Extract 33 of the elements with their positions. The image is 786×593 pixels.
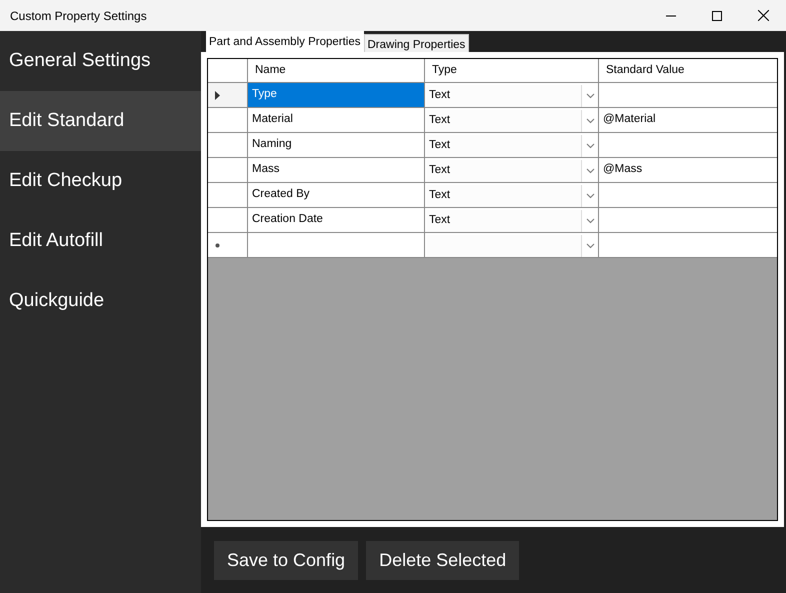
table-cell[interactable]: @Material: [603, 111, 656, 129]
sidebar-item[interactable]: Edit Autofill: [0, 211, 201, 271]
table-cell[interactable]: Type: [248, 83, 425, 107]
row-header[interactable]: [208, 83, 248, 107]
chevron-down-icon: [586, 92, 594, 98]
sidebar-item[interactable]: General Settings: [0, 31, 201, 91]
chevron-down-icon: [586, 192, 594, 198]
chevron-down-icon: [586, 118, 594, 124]
sidebar-item[interactable]: Quickguide: [0, 271, 201, 331]
tab[interactable]: Drawing Properties: [364, 34, 470, 52]
column-header[interactable]: Standard Value: [599, 59, 777, 82]
column-header[interactable]: Type: [425, 59, 599, 82]
chevron-down-icon: [586, 142, 594, 148]
action-button[interactable]: Save to Config: [214, 541, 358, 580]
chevron-down-icon: [586, 242, 594, 248]
new-row-icon: [215, 242, 220, 248]
current-row-icon: [215, 90, 220, 100]
window-title: Custom Property Settings: [10, 8, 148, 24]
action-button[interactable]: Delete Selected: [366, 541, 520, 580]
column-header[interactable]: Name: [248, 59, 425, 82]
table-cell[interactable]: Naming: [248, 133, 425, 157]
table-cell[interactable]: Mass: [248, 158, 425, 182]
table-cell[interactable]: Created By: [248, 183, 425, 207]
table-cell[interactable]: Creation Date: [248, 208, 425, 232]
table-cell[interactable]: @Mass: [603, 161, 642, 179]
maximize-icon: [712, 10, 722, 20]
sidebar-item[interactable]: Edit Standard: [0, 91, 201, 151]
table-cell[interactable]: Material: [248, 108, 425, 132]
sidebar-item[interactable]: Edit Checkup: [0, 151, 201, 211]
chevron-down-icon: [586, 168, 594, 174]
tab[interactable]: Part and Assembly Properties: [206, 31, 364, 52]
chevron-down-icon: [586, 218, 594, 224]
close-icon: [758, 10, 768, 21]
